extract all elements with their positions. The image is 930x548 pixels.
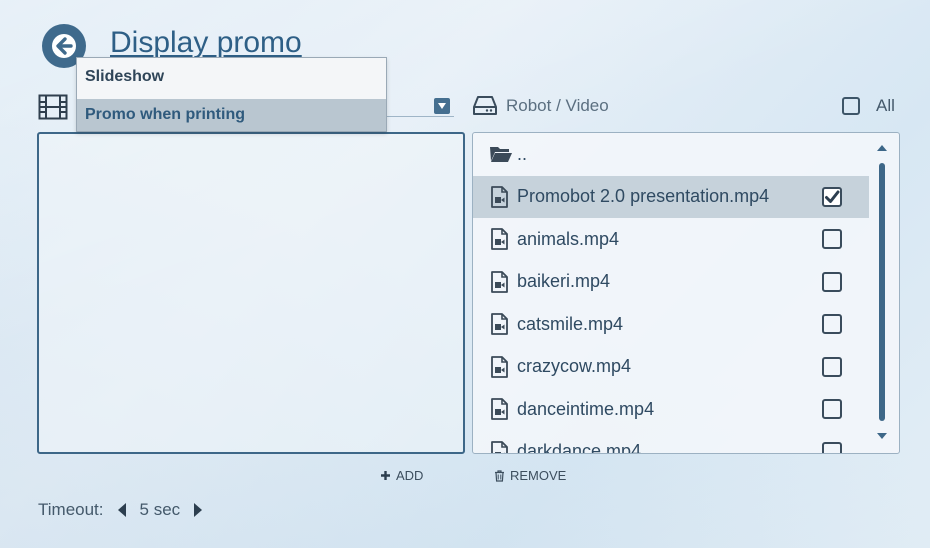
video-file-icon — [491, 185, 508, 208]
app-window: Display promo Slideshow Promo when print… — [0, 0, 930, 548]
page-title: Display promo — [110, 26, 302, 59]
file-row[interactable]: Promobot 2.0 presentation.mp4 — [473, 175, 869, 218]
select-all-label: All — [876, 96, 895, 115]
add-button-label: ADD — [396, 468, 424, 483]
folder-open-icon — [490, 147, 512, 163]
file-checkbox[interactable] — [822, 314, 842, 335]
scroll-up-icon[interactable] — [875, 143, 889, 153]
file-checkbox[interactable] — [822, 271, 842, 292]
file-list: .. Promobot 2.0 presentation.mp4 animals.… — [473, 133, 869, 454]
scroll-down-icon[interactable] — [875, 431, 889, 441]
selected-media-panel[interactable] — [37, 132, 465, 454]
file-name: Promobot 2.0 presentation.mp4 — [517, 186, 770, 207]
file-row[interactable]: baikeri.mp4 — [473, 261, 869, 304]
arrow-left-icon — [52, 34, 76, 58]
timeout-decrease-icon[interactable] — [117, 503, 126, 517]
video-file-icon — [491, 440, 508, 453]
video-file-icon — [491, 313, 508, 336]
scroll-track[interactable] — [879, 163, 885, 421]
checkmark-icon — [825, 190, 840, 203]
caret-down-icon — [438, 103, 446, 109]
timeout-increase-icon[interactable] — [194, 503, 203, 517]
trash-icon — [495, 469, 504, 482]
video-file-icon — [491, 398, 508, 421]
mode-dropdown: Slideshow Promo when printing — [76, 57, 387, 132]
select-all-checkbox[interactable] — [842, 97, 860, 115]
file-list-scrollbar[interactable] — [873, 133, 895, 453]
file-name: animals.mp4 — [517, 228, 620, 249]
breadcrumb-path: Robot / Video — [506, 96, 609, 115]
file-name: baikeri.mp4 — [517, 271, 611, 292]
plus-icon — [381, 471, 390, 480]
file-browser-panel: .. Promobot 2.0 presentation.mp4 animals.… — [472, 132, 900, 454]
mode-select-toggle[interactable] — [434, 98, 450, 114]
file-row[interactable]: catsmile.mp4 — [473, 303, 869, 346]
dropdown-option-promo-when-printing[interactable]: Promo when printing — [77, 99, 386, 131]
file-row[interactable]: danceintime.mp4 — [473, 388, 869, 431]
video-file-icon — [491, 355, 508, 378]
file-row[interactable]: darkdance.mp4 — [473, 431, 869, 454]
dropdown-option-slideshow[interactable]: Slideshow — [77, 58, 386, 95]
file-name: catsmile.mp4 — [517, 313, 624, 334]
timeout-value: 5 sec — [139, 500, 181, 519]
file-checkbox[interactable] — [822, 399, 842, 420]
parent-folder-label: .. — [517, 143, 528, 164]
timeout-label: Timeout: — [38, 500, 104, 519]
file-row[interactable]: animals.mp4 — [473, 218, 869, 261]
file-checkbox[interactable] — [822, 356, 842, 377]
file-checkbox[interactable] — [822, 441, 842, 453]
video-file-icon — [491, 228, 508, 251]
remove-button-label: REMOVE — [510, 468, 567, 483]
film-icon — [38, 94, 68, 120]
add-button[interactable]: ADD — [380, 468, 423, 483]
file-checkbox[interactable] — [822, 229, 842, 250]
file-row[interactable]: crazycow.mp4 — [473, 346, 869, 389]
parent-folder-row[interactable]: .. — [473, 133, 869, 176]
file-name: darkdance.mp4 — [517, 441, 642, 454]
file-name: danceintime.mp4 — [517, 398, 655, 419]
file-name: crazycow.mp4 — [517, 356, 632, 377]
file-checkbox[interactable] — [822, 186, 842, 207]
hard-drive-icon — [473, 96, 497, 115]
remove-button[interactable]: REMOVE — [494, 468, 566, 483]
video-file-icon — [491, 270, 508, 293]
timeout-control: Timeout: 5 sec — [38, 500, 203, 520]
